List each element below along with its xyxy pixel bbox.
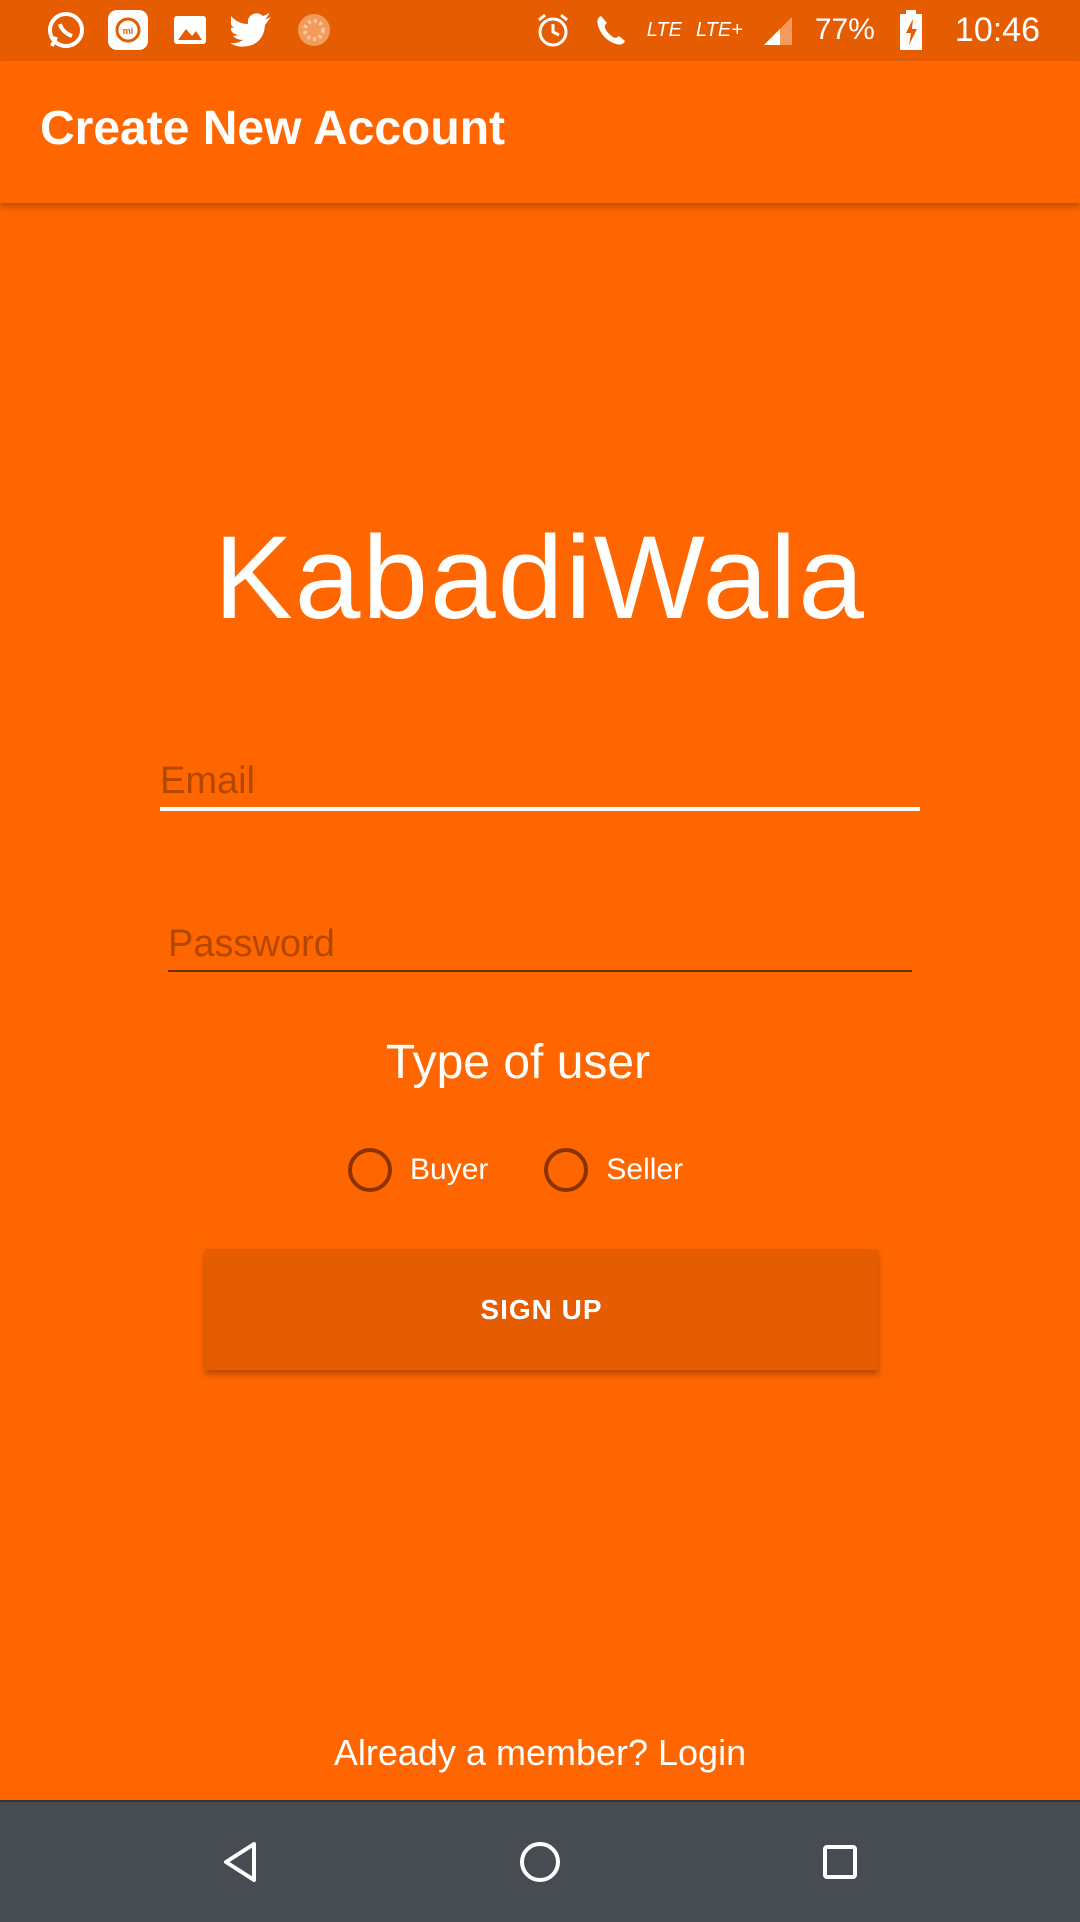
svg-text:mi: mi xyxy=(123,26,134,36)
password-field[interactable] xyxy=(168,918,912,972)
app-logo-text: KabadiWala xyxy=(214,512,866,644)
app-bar: Create New Account xyxy=(0,61,1080,203)
signal-icon xyxy=(757,8,801,52)
radio-button-buyer[interactable] xyxy=(348,1148,392,1192)
user-type-radio-group: Buyer Seller xyxy=(348,1148,683,1192)
mi-icon: mi xyxy=(106,8,150,52)
loading-icon xyxy=(292,8,336,52)
radio-option-seller[interactable]: Seller xyxy=(544,1148,683,1192)
twitter-icon xyxy=(230,8,274,52)
email-field[interactable] xyxy=(160,755,920,811)
battery-percent: 77% xyxy=(814,13,875,46)
gallery-icon xyxy=(168,8,212,52)
system-nav-bar xyxy=(0,1800,1080,1922)
signup-button[interactable]: SIGN UP xyxy=(205,1249,878,1370)
radio-option-buyer[interactable]: Buyer xyxy=(348,1148,488,1192)
notification-icons: mi xyxy=(44,8,336,52)
clock: 10:46 xyxy=(954,10,1040,49)
page-title: Create New Account xyxy=(40,102,505,155)
radio-button-seller[interactable] xyxy=(544,1148,589,1192)
alarm-icon xyxy=(531,8,575,52)
back-icon[interactable] xyxy=(212,1834,268,1890)
radio-label-buyer[interactable]: Buyer xyxy=(410,1153,488,1187)
status-bar: mi LTE LTE+ 77% 10:46 xyxy=(0,0,1080,61)
radio-label-seller[interactable]: Seller xyxy=(606,1153,683,1187)
login-link[interactable]: Already a member? Login xyxy=(0,1732,1080,1774)
user-type-heading: Type of user xyxy=(385,1036,651,1089)
battery-icon xyxy=(889,8,933,52)
home-icon[interactable] xyxy=(512,1834,568,1890)
network-type-1: LTE xyxy=(646,18,682,41)
recents-icon[interactable] xyxy=(812,1834,868,1890)
network-type-2: LTE+ xyxy=(695,18,743,41)
call-icon xyxy=(589,8,633,52)
whatsapp-icon xyxy=(44,8,88,52)
system-indicators: LTE LTE+ 77% 10:46 xyxy=(531,8,1040,52)
